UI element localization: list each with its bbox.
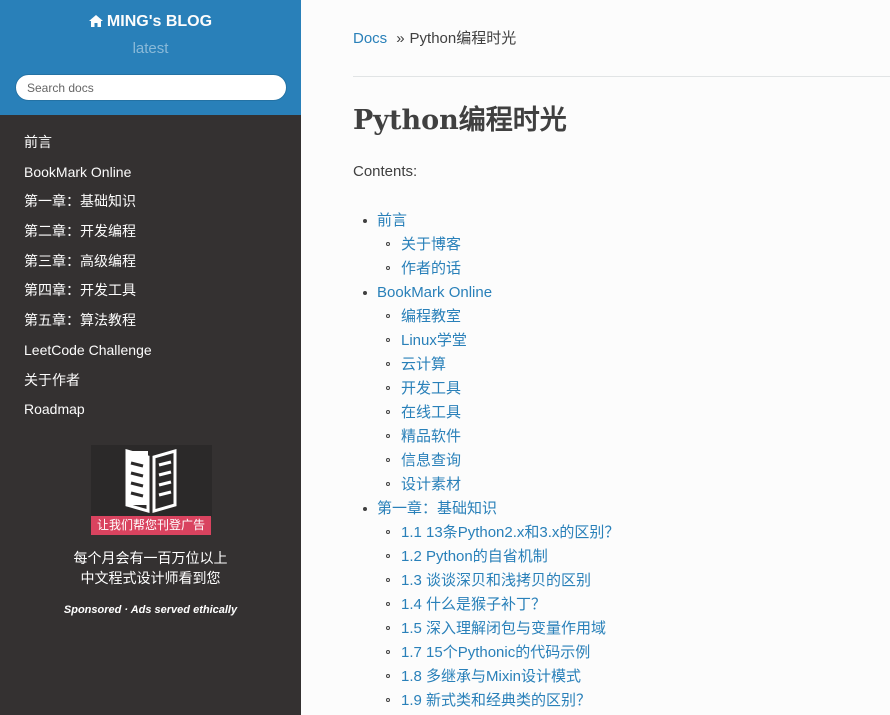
toc-subsection: 设计素材 [353, 473, 619, 497]
search-input[interactable] [15, 74, 287, 101]
toc-section: BookMark Online [353, 281, 619, 305]
breadcrumb-docs-link[interactable]: Docs [353, 30, 387, 47]
toc-link[interactable]: 关于博客 [401, 236, 461, 253]
sidebar-nav: 前言 BookMark Online 第一章：基础知识 第二章：开发编程 第三章：高级编… [0, 128, 301, 425]
page-title: Python编程时光 [353, 105, 567, 136]
sidebar-nav-item[interactable]: 第一章：基础知识 [0, 187, 301, 217]
toc-subsection: 1.8 多继承与Mixin设计模式 [353, 665, 619, 689]
toc-subsection: 1.1 13条Python2.x和3.x的区别？ [353, 521, 619, 545]
toc-section: 第一章：基础知识 [353, 497, 619, 521]
sidebar-nav-item[interactable]: 第四章：开发工具 [0, 276, 301, 306]
toc-link[interactable]: 第一章：基础知识 [377, 500, 497, 517]
toc-subsection: 1.5 深入理解闭包与变量作用域 [353, 617, 619, 641]
sidebar-header: MING's BLOG latest [0, 0, 301, 115]
version-label: latest [132, 40, 169, 57]
toc-link[interactable]: 编程教室 [401, 308, 461, 325]
toc-link[interactable]: 作者的话 [401, 260, 461, 277]
toc-link[interactable]: 开发工具 [401, 380, 461, 397]
ad-sponsor-link[interactable]: Sponsored · Ads served ethically [0, 604, 301, 616]
toc-link[interactable]: 1.1 13条Python2.x和3.x的区别？ [401, 524, 619, 541]
sidebar-nav-item[interactable]: 第二章：开发编程 [0, 217, 301, 247]
toc-subsection: 1.9 新式类和经典类的区别？ [353, 689, 619, 713]
toc-link[interactable]: 1.7 15个Pythonic的代码示例 [401, 644, 590, 661]
sidebar-nav-item[interactable]: BookMark Online [0, 158, 301, 188]
toc-subsection: 云计算 [353, 353, 619, 377]
brand-link[interactable]: MING's BLOG [0, 10, 301, 35]
main-content: Docs» Python编程时光 Python编程时光 Contents: 前言关… [301, 0, 890, 715]
toc-section: 前言 [353, 209, 619, 233]
toc-link[interactable]: 1.2 Python的自省机制 [401, 548, 548, 565]
toc-link[interactable]: 1.3 谈谈深贝和浅拷贝的区别 [401, 572, 591, 589]
toc-subsection: 信息查询 [353, 449, 619, 473]
toc-link[interactable]: 信息查询 [401, 452, 461, 469]
toc-link[interactable]: 云计算 [401, 356, 446, 373]
toc-link[interactable]: 前言 [377, 212, 407, 229]
ad-cta-button[interactable]: 让我们帮您刊登广告 [91, 516, 211, 535]
toc-subsection: 1.7 15个Pythonic的代码示例 [353, 641, 619, 665]
toc-subsection: 在线工具 [353, 401, 619, 425]
breadcrumb: Docs » Python编程时光 [353, 27, 516, 48]
toc-link[interactable]: 精品软件 [401, 428, 461, 445]
sidebar-nav-item[interactable]: 前言 [0, 128, 301, 158]
sidebar-nav-item[interactable]: 第三章：高级编程 [0, 247, 301, 277]
ad-text-line2: 中文程式设计师看到您 [80, 570, 221, 586]
breadcrumb-current: Python编程时光 [409, 30, 517, 47]
brand-title: MING's BLOG [106, 13, 213, 30]
toc-subsection: Linux学堂 [353, 329, 619, 353]
toc-subsection: 关于博客 [353, 233, 619, 257]
toc-link[interactable]: 设计素材 [401, 476, 461, 493]
toc-subsection: 编程教室 [353, 305, 619, 329]
sidebar-nav-item[interactable]: Roadmap [0, 395, 301, 425]
toc-list: 前言关于博客作者的话 BookMark Online 编程教室 Linux学堂 云计算开… [353, 209, 619, 713]
toc-link[interactable]: BookMark Online [377, 284, 492, 301]
toc-link[interactable]: 1.8 多继承与Mixin设计模式 [401, 668, 581, 685]
sidebar-nav-item[interactable]: 第五章：算法教程 [0, 306, 301, 336]
toc-subsection: 开发工具 [353, 377, 619, 401]
toc-link[interactable]: 在线工具 [401, 404, 461, 421]
toc-subsection: 1.4 什么是猴子补丁？ [353, 593, 619, 617]
sidebar-nav-item[interactable]: 关于作者 [0, 366, 301, 396]
ad-image[interactable] [91, 445, 212, 517]
toc-link[interactable]: 1.9 新式类和经典类的区别？ [401, 692, 591, 709]
toc-subsection: 精品软件 [353, 425, 619, 449]
toc-subsection: 作者的话 [353, 257, 619, 281]
breadcrumb-separator: » [396, 30, 405, 47]
home-icon [88, 11, 103, 35]
book-icon [125, 449, 177, 513]
toc-link[interactable]: 1.5 深入理解闭包与变量作用域 [401, 620, 606, 637]
ad-text[interactable]: 每个月会有一百万位以上 中文程式设计师看到您 [0, 548, 301, 588]
toc-subsection: 1.2 Python的自省机制 [353, 545, 619, 569]
toc-link[interactable]: Linux学堂 [401, 332, 467, 349]
contents-label: Contents: [353, 163, 418, 180]
divider [353, 76, 890, 77]
sidebar: MING's BLOG latest 前言BookMark Online第一章：… [0, 0, 301, 715]
ad-text-line1: 每个月会有一百万位以上 [73, 550, 228, 566]
sidebar-nav-item[interactable]: LeetCode Challenge [0, 336, 301, 366]
toc-subsection: 1.3 谈谈深贝和浅拷贝的区别 [353, 569, 619, 593]
toc-link[interactable]: 1.4 什么是猴子补丁？ [401, 596, 546, 613]
